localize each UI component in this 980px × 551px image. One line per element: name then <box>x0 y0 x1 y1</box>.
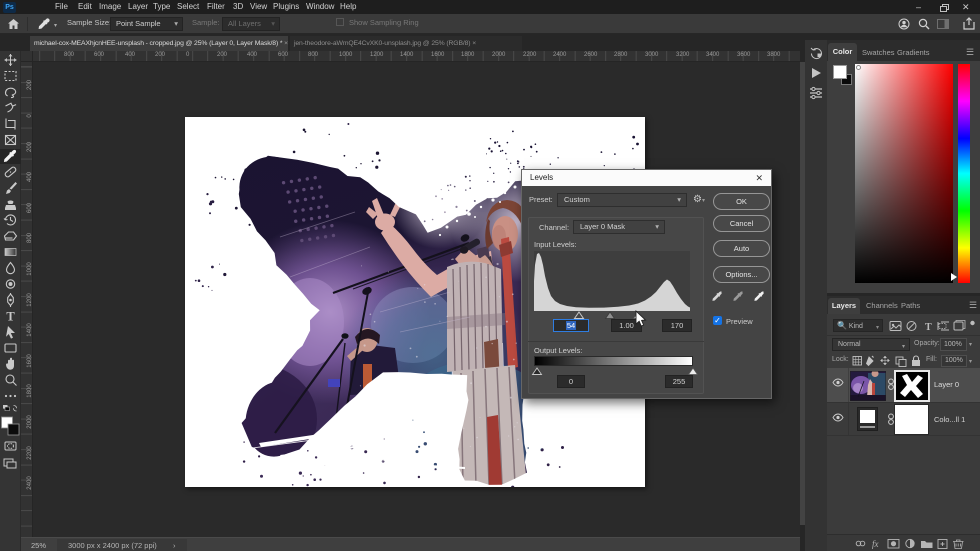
svg-text:fx: fx <box>872 539 879 549</box>
svg-text:T: T <box>6 310 15 324</box>
svg-text:T: T <box>925 322 932 333</box>
